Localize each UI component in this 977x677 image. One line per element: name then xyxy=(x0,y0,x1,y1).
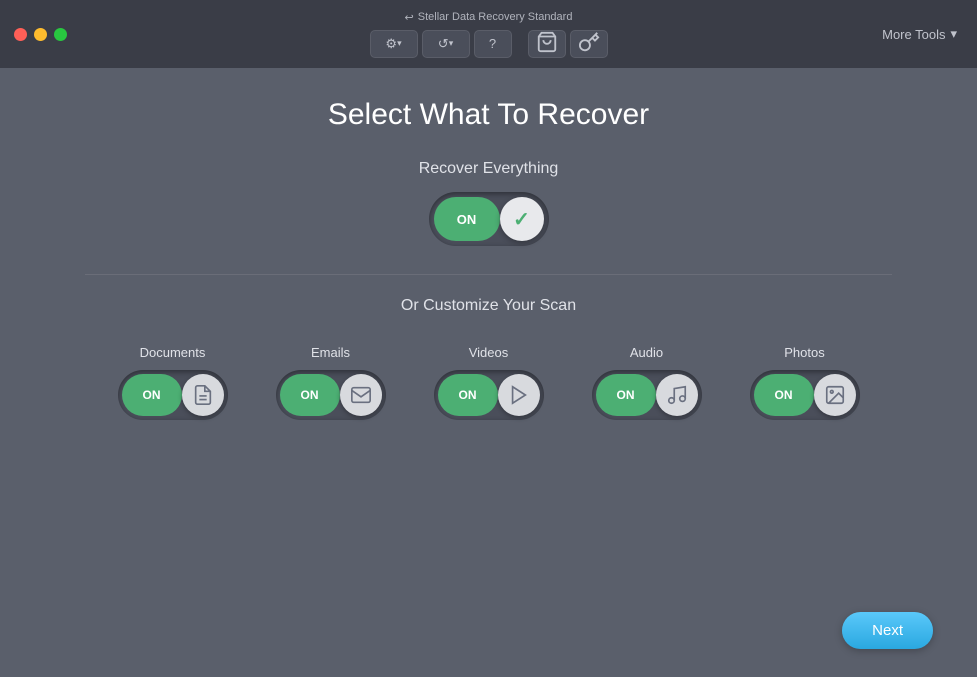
documents-on-label: ON xyxy=(122,374,182,416)
settings-dropdown-icon: ▾ xyxy=(397,38,402,49)
audio-on-label: ON xyxy=(596,374,656,416)
page-title: Select What To Recover xyxy=(328,98,649,132)
title-center: ↩ Stellar Data Recovery Standard ⚙ ▾ ↺ ▾… xyxy=(370,11,608,58)
documents-knob xyxy=(182,374,224,416)
emails-toggle[interactable]: ON xyxy=(276,370,386,420)
category-emails: Emails ON xyxy=(276,345,386,420)
divider xyxy=(85,274,892,275)
back-arrow-icon: ↩ xyxy=(405,11,414,24)
documents-label: Documents xyxy=(140,345,206,360)
cart-icon xyxy=(536,31,558,56)
settings-button[interactable]: ⚙ ▾ xyxy=(370,30,418,58)
photos-toggle[interactable]: ON xyxy=(750,370,860,420)
recover-everything-toggle[interactable]: ON ✓ xyxy=(429,192,549,246)
checkmark-icon: ✓ xyxy=(513,207,530,232)
more-tools-chevron-icon: ▾ xyxy=(950,26,957,42)
history-icon: ↺ xyxy=(438,36,449,52)
audio-label: Audio xyxy=(630,345,663,360)
app-title: ↩ Stellar Data Recovery Standard xyxy=(405,11,573,24)
history-button[interactable]: ↺ ▾ xyxy=(422,30,470,58)
emails-label: Emails xyxy=(311,345,350,360)
category-documents: Documents ON xyxy=(118,345,228,420)
toggle-knob: ✓ xyxy=(500,197,544,241)
minimize-button[interactable] xyxy=(34,28,47,41)
photos-knob xyxy=(814,374,856,416)
main-content: Select What To Recover Recover Everythin… xyxy=(0,68,977,677)
toggle-on-label: ON xyxy=(434,197,500,241)
documents-toggle[interactable]: ON xyxy=(118,370,228,420)
videos-label: Videos xyxy=(469,345,509,360)
help-button[interactable]: ? xyxy=(474,30,512,58)
photos-label: Photos xyxy=(784,345,824,360)
key-icon xyxy=(578,31,600,56)
toolbar-icons: ⚙ ▾ ↺ ▾ ? xyxy=(370,30,608,58)
customize-scan-label: Or Customize Your Scan xyxy=(401,297,576,315)
emails-knob xyxy=(340,374,382,416)
next-button[interactable]: Next xyxy=(842,612,933,649)
traffic-lights xyxy=(0,28,67,41)
categories-row: Documents ON Emails ON xyxy=(118,345,860,420)
videos-knob xyxy=(498,374,540,416)
settings-icon: ⚙ xyxy=(385,36,397,52)
videos-on-label: ON xyxy=(438,374,498,416)
category-photos: Photos ON xyxy=(750,345,860,420)
more-tools-label: More Tools xyxy=(882,27,945,42)
videos-toggle[interactable]: ON xyxy=(434,370,544,420)
more-tools-button[interactable]: More Tools ▾ xyxy=(882,26,957,42)
photos-on-label: ON xyxy=(754,374,814,416)
recover-everything-label: Recover Everything xyxy=(419,160,559,178)
category-audio: Audio ON xyxy=(592,345,702,420)
close-button[interactable] xyxy=(14,28,27,41)
audio-knob xyxy=(656,374,698,416)
title-bar: ↩ Stellar Data Recovery Standard ⚙ ▾ ↺ ▾… xyxy=(0,0,977,68)
audio-toggle[interactable]: ON xyxy=(592,370,702,420)
category-videos: Videos ON xyxy=(434,345,544,420)
maximize-button[interactable] xyxy=(54,28,67,41)
key-button[interactable] xyxy=(570,30,608,58)
emails-on-label: ON xyxy=(280,374,340,416)
history-dropdown-icon: ▾ xyxy=(449,38,454,49)
cart-button[interactable] xyxy=(528,30,566,58)
help-icon: ? xyxy=(489,36,496,51)
